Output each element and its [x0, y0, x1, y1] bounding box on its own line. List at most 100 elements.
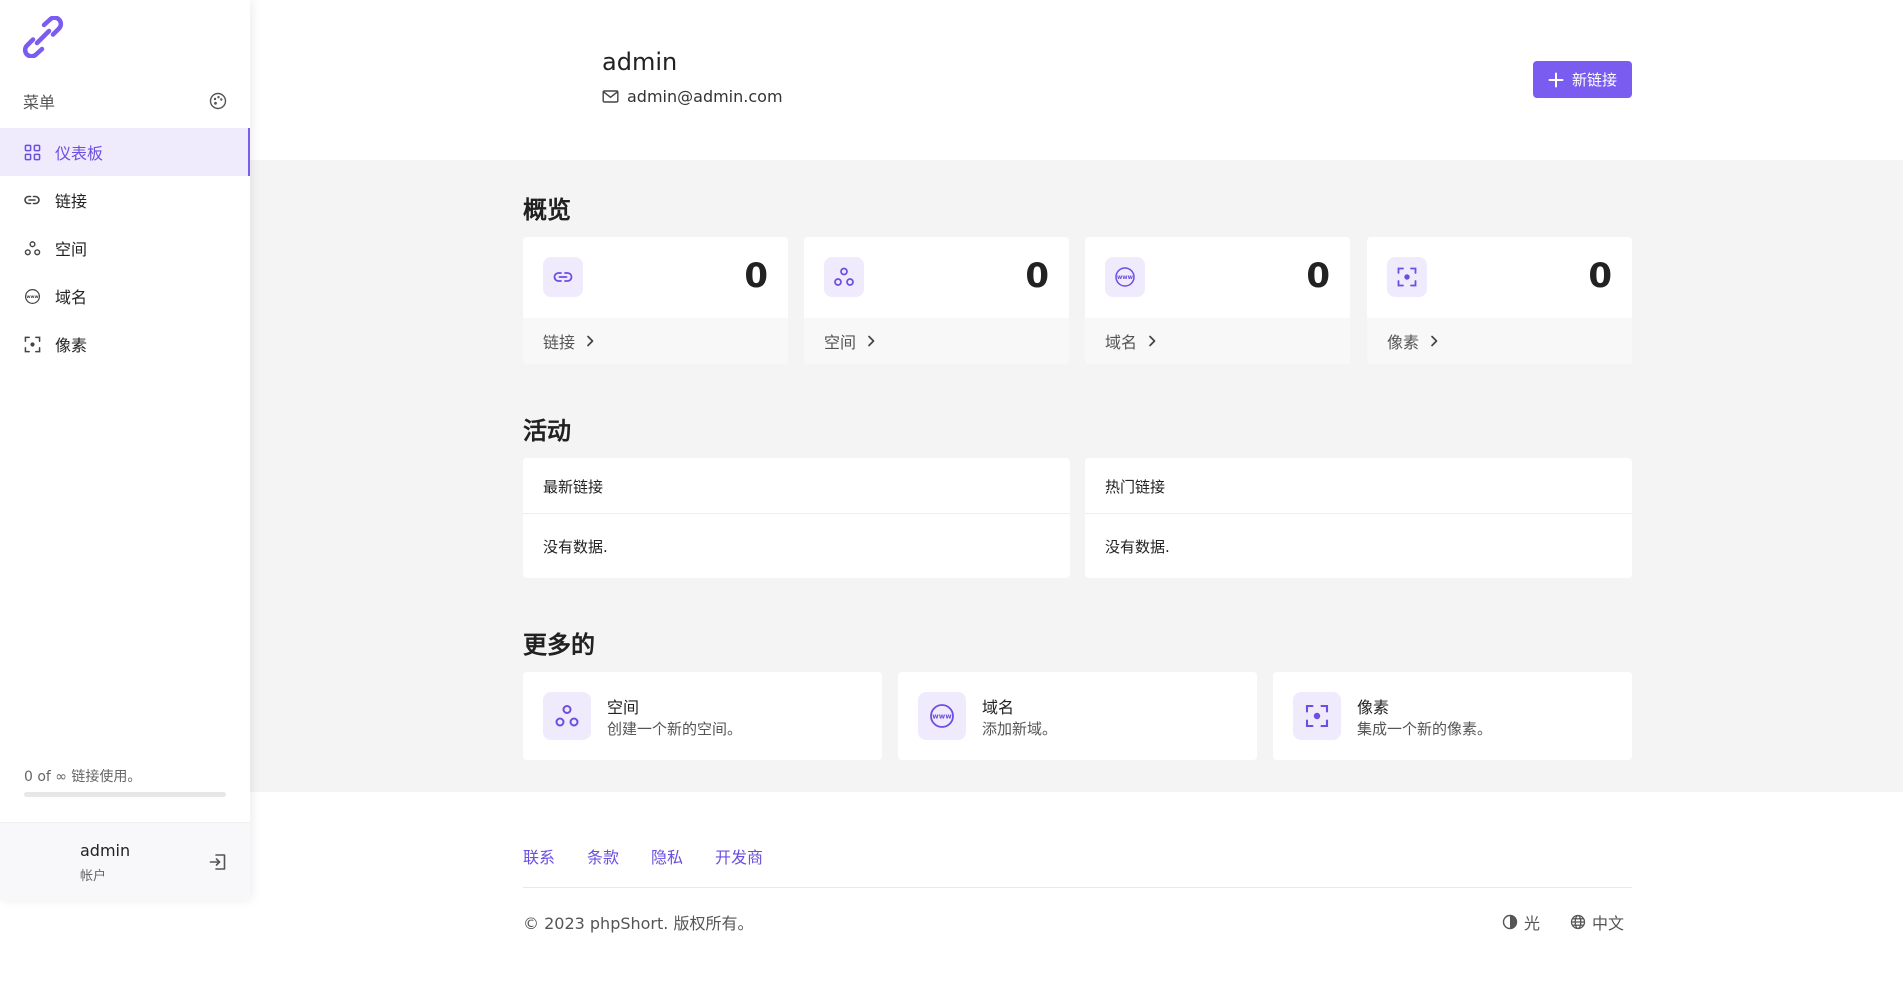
mail-icon	[602, 90, 619, 103]
copyright: © 2023 phpShort. 版权所有。	[523, 914, 754, 933]
dashboard-icon	[23, 143, 41, 161]
stat-label: 域名	[1105, 333, 1138, 352]
chevron-right-icon	[587, 335, 594, 347]
stat-label: 链接	[543, 333, 576, 352]
account-panel[interactable]: admin 帐户	[0, 822, 250, 900]
svg-text:www: www	[26, 295, 38, 300]
logout-icon[interactable]	[208, 852, 228, 872]
overview-title: 概览	[523, 196, 571, 224]
domain-icon: www	[23, 287, 41, 305]
spaces-icon	[824, 257, 864, 297]
language-label: 中文	[1592, 914, 1625, 933]
card-divider	[523, 513, 1070, 514]
stat-label: 空间	[824, 333, 857, 352]
palette-icon[interactable]	[209, 92, 227, 110]
more-title: 更多的	[523, 631, 595, 659]
logo-chain-icon[interactable]	[22, 16, 64, 58]
more-card-desc: 创建一个新的空间。	[607, 720, 743, 738]
link-usage-text: 0 of ∞ 链接使用。	[24, 769, 142, 785]
more-card-spaces[interactable]: 空间 创建一个新的空间。	[523, 672, 882, 760]
theme-label: 光	[1524, 914, 1541, 933]
link-usage-bar	[24, 792, 226, 797]
user-name: admin	[602, 48, 678, 76]
spaces-icon	[543, 692, 591, 740]
stat-value: 0	[1306, 256, 1330, 296]
footer-link-developers[interactable]: 开发商	[715, 844, 763, 868]
more-card-desc: 添加新域。	[982, 720, 1058, 738]
footer-link-privacy[interactable]: 隐私	[651, 844, 683, 868]
popular-links-title: 热门链接	[1105, 478, 1166, 496]
pixel-icon	[23, 335, 41, 353]
footer-link-terms[interactable]: 条款	[587, 844, 619, 868]
latest-links-title: 最新链接	[543, 478, 604, 496]
sidebar-item-spaces[interactable]: 空间	[0, 224, 250, 272]
footer-link-contact[interactable]: 联系	[523, 844, 555, 868]
main-content: 概览 0 链接 0 空间 www 0 域名 0 像素 活动 最新链接 没有数据.…	[250, 160, 1903, 792]
plus-icon	[1548, 72, 1564, 87]
user-email: admin@admin.com	[627, 87, 783, 106]
stat-label: 像素	[1387, 333, 1420, 352]
card-divider	[1085, 513, 1632, 514]
footer-divider	[523, 887, 1632, 888]
page-header: admin admin@admin.com 新链接	[250, 0, 1903, 160]
link-icon	[23, 191, 41, 209]
popular-links-empty: 没有数据.	[1105, 538, 1170, 556]
stat-value: 0	[1025, 256, 1049, 296]
footer-links: 联系 条款 隐私 开发商	[523, 844, 795, 868]
svg-text:www: www	[932, 712, 952, 720]
user-email-row: admin@admin.com	[602, 87, 783, 106]
sidebar-nav: 仪表板 链接 空间 www 域名 像素	[0, 128, 250, 368]
popular-links-card: 热门链接 没有数据.	[1085, 458, 1632, 578]
more-card-domains[interactable]: www 域名 添加新域。	[898, 672, 1257, 760]
more-card-title: 空间	[607, 698, 640, 717]
sidebar-item-label: 链接	[55, 192, 88, 211]
chevron-right-icon	[868, 335, 875, 347]
new-link-label: 新链接	[1571, 72, 1617, 89]
more-card-pixels[interactable]: 像素 集成一个新的像素。	[1273, 672, 1632, 760]
account-name: admin	[80, 841, 131, 860]
latest-links-empty: 没有数据.	[543, 538, 608, 556]
more-card-title: 域名	[982, 698, 1015, 717]
stat-card-links: 0 链接	[523, 237, 788, 364]
menu-header: 菜单	[23, 90, 227, 112]
chevron-right-icon	[1149, 335, 1156, 347]
pixel-icon	[1387, 257, 1427, 297]
account-role: 帐户	[80, 869, 107, 884]
sidebar-item-label: 空间	[55, 240, 88, 259]
stat-card-pixels: 0 像素	[1367, 237, 1632, 364]
chevron-right-icon	[1431, 335, 1438, 347]
sidebar-item-label: 像素	[55, 336, 88, 355]
stat-card-domains: www 0 域名	[1085, 237, 1350, 364]
stat-value: 0	[744, 256, 768, 296]
domain-icon: www	[1105, 257, 1145, 297]
link-icon	[543, 257, 583, 297]
footer-options: 光 中文	[1502, 910, 1624, 934]
stat-value: 0	[1588, 256, 1612, 296]
language-selector[interactable]: 中文	[1570, 910, 1624, 934]
activity-title: 活动	[523, 417, 571, 445]
more-card-desc: 集成一个新的像素。	[1357, 720, 1493, 738]
stat-link-domains[interactable]: 域名	[1085, 318, 1350, 364]
domain-icon: www	[918, 692, 966, 740]
sidebar-item-domains[interactable]: www 域名	[0, 272, 250, 320]
latest-links-card: 最新链接 没有数据.	[523, 458, 1070, 578]
pixel-icon	[1293, 692, 1341, 740]
menu-label: 菜单	[23, 93, 56, 112]
stat-link-pixels[interactable]: 像素	[1367, 318, 1632, 364]
new-link-button[interactable]: 新链接	[1533, 61, 1632, 98]
more-card-title: 像素	[1357, 698, 1390, 717]
svg-text:www: www	[1117, 275, 1134, 281]
page-footer: 联系 条款 隐私 开发商 © 2023 phpShort. 版权所有。 光 中文	[250, 792, 1903, 984]
globe-icon	[1570, 914, 1586, 930]
stat-card-spaces: 0 空间	[804, 237, 1069, 364]
sidebar-item-dashboard[interactable]: 仪表板	[0, 128, 250, 176]
stat-link-links[interactable]: 链接	[523, 318, 788, 364]
spaces-icon	[23, 239, 41, 257]
sidebar: 菜单 仪表板 链接 空间 www 域名 像素 0 of ∞ 链接使用。 admi…	[0, 0, 250, 900]
sidebar-item-pixels[interactable]: 像素	[0, 320, 250, 368]
sidebar-item-label: 仪表板	[55, 144, 104, 163]
contrast-icon	[1502, 914, 1518, 930]
stat-link-spaces[interactable]: 空间	[804, 318, 1069, 364]
sidebar-item-links[interactable]: 链接	[0, 176, 250, 224]
theme-toggle[interactable]: 光	[1502, 910, 1540, 934]
